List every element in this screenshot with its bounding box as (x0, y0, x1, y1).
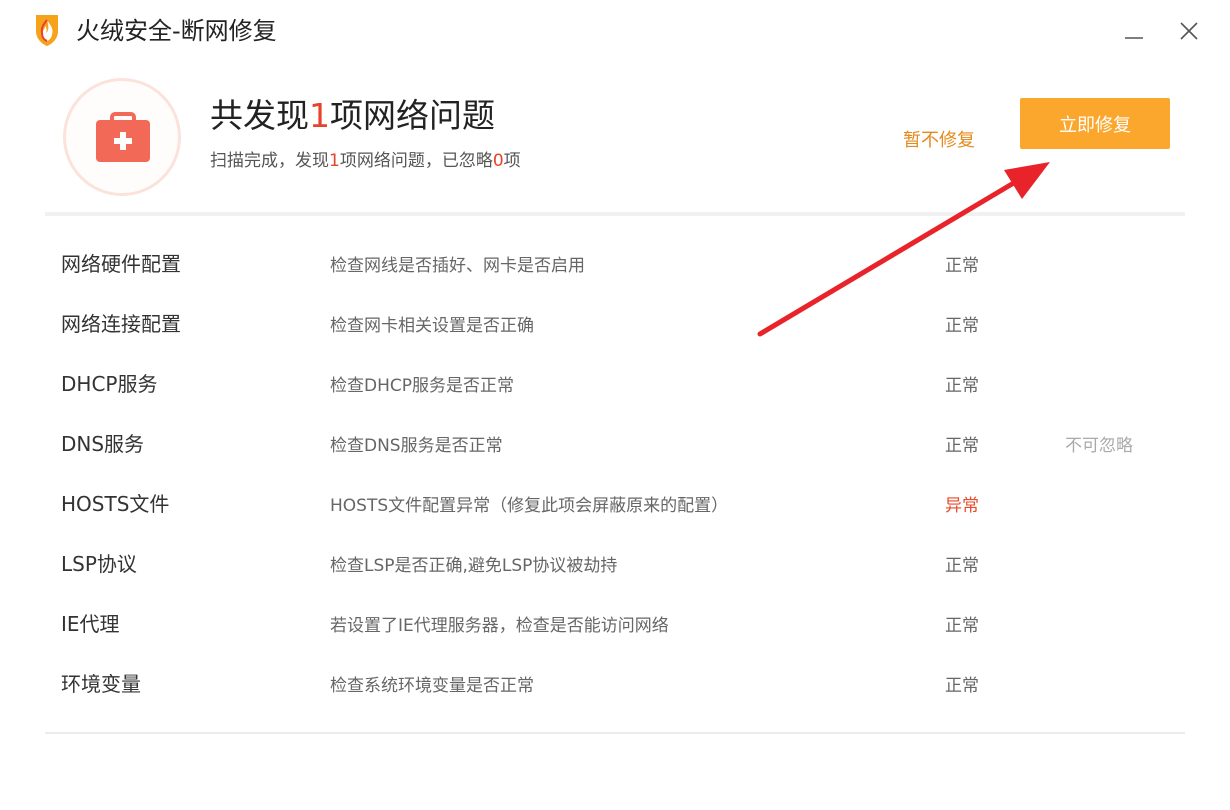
scan-status-text: 扫描完成，发现1项网络问题，已忽略0项 (210, 148, 521, 174)
close-icon (1180, 22, 1198, 40)
item-name: 环境变量 (61, 672, 141, 696)
divider (45, 732, 1185, 734)
item-status: 正常 (945, 256, 979, 276)
found-count: 1 (329, 151, 340, 171)
item-name: DNS服务 (61, 432, 145, 456)
item-status: 正常 (945, 376, 979, 396)
list-item: IE代理 若设置了IE代理服务器，检查是否能访问网络 正常 (0, 594, 1230, 654)
sub-suffix: 项 (503, 151, 521, 171)
issue-count: 1 (309, 96, 330, 135)
check-list: 网络硬件配置 检查网线是否插好、网卡是否启用 正常 网络连接配置 检查网卡相关设置是否正… (0, 234, 1230, 714)
list-item: DHCP服务 检查DHCP服务是否正常 正常 (0, 354, 1230, 414)
item-name: 网络连接配置 (61, 312, 181, 336)
headline-suffix: 项网络问题 (330, 96, 495, 135)
page-title: 共发现1项网络问题 (210, 94, 495, 138)
status-badge (63, 78, 181, 196)
item-description: 检查DHCP服务是否正常 (330, 376, 514, 396)
minimize-button[interactable] (1117, 14, 1151, 48)
list-item: 环境变量 检查系统环境变量是否正常 正常 (0, 654, 1230, 714)
item-ignore-note: 不可忽略 (1065, 436, 1133, 456)
first-aid-kit-icon (96, 112, 150, 162)
item-name: IE代理 (61, 612, 120, 636)
item-description: 检查网线是否插好、网卡是否启用 (330, 256, 585, 276)
list-item: 网络硬件配置 检查网线是否插好、网卡是否启用 正常 (0, 234, 1230, 294)
list-item: 网络连接配置 检查网卡相关设置是否正确 正常 (0, 294, 1230, 354)
item-status: 异常 (945, 496, 979, 516)
item-name: HOSTS文件 (61, 492, 170, 516)
ignored-count: 0 (492, 151, 504, 171)
item-name: LSP协议 (61, 552, 137, 576)
repair-now-button[interactable]: 立即修复 (1020, 98, 1170, 149)
item-status: 正常 (945, 676, 979, 696)
minimize-icon (1125, 37, 1143, 39)
item-status: 正常 (945, 316, 979, 336)
item-description: HOSTS文件配置异常（修复此项会屏蔽原来的配置） (330, 496, 729, 516)
item-description: 检查系统环境变量是否正常 (330, 676, 534, 696)
item-description: 检查LSP是否正确,避免LSP协议被劫持 (330, 556, 618, 576)
item-name: 网络硬件配置 (61, 252, 181, 276)
item-name: DHCP服务 (61, 372, 158, 396)
scan-summary: 共发现1项网络问题 扫描完成，发现1项网络问题，已忽略0项 暂不修复 立即修复 (0, 70, 1230, 210)
app-title: 火绒安全-断网修复 (76, 17, 277, 45)
list-item: LSP协议 检查LSP是否正确,避免LSP协议被劫持 正常 (0, 534, 1230, 594)
item-status: 正常 (945, 556, 979, 576)
title-bar: 火绒安全-断网修复 (0, 0, 1230, 60)
sub-prefix: 扫描完成，发现 (210, 151, 329, 171)
close-button[interactable] (1172, 14, 1206, 48)
divider (45, 212, 1185, 216)
list-item: HOSTS文件 HOSTS文件配置异常（修复此项会屏蔽原来的配置） 异常 (0, 474, 1230, 534)
list-item: DNS服务 检查DNS服务是否正常 正常 不可忽略 (0, 414, 1230, 474)
sub-middle: 项网络问题，已忽略 (339, 151, 493, 171)
huorong-flame-icon (36, 15, 58, 46)
item-description: 检查DNS服务是否正常 (330, 436, 503, 456)
item-description: 若设置了IE代理服务器，检查是否能访问网络 (330, 616, 669, 636)
item-status: 正常 (945, 436, 979, 456)
skip-repair-link[interactable]: 暂不修复 (903, 126, 975, 152)
item-description: 检查网卡相关设置是否正确 (330, 316, 534, 336)
headline-prefix: 共发现 (210, 96, 309, 135)
item-status: 正常 (945, 616, 979, 636)
